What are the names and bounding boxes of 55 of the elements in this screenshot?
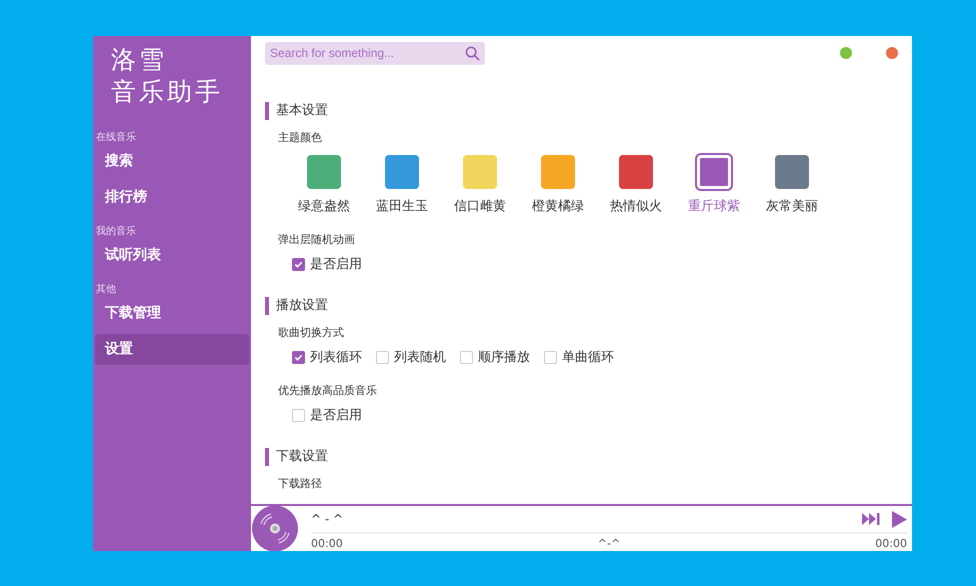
setting-label: 优先播放高品质音乐 [277,383,378,398]
theme-swatch[interactable] [697,155,731,189]
setting-label: 主题颜色 [277,130,323,145]
checkbox-label: 顺序播放 [478,349,530,366]
search-icon[interactable] [465,46,480,60]
section-heading: 下载设置 [265,448,898,466]
player-status: ^-^ [598,537,620,550]
sidebar-item[interactable]: 设置 [95,334,249,365]
play-icon[interactable] [892,510,907,528]
nav-group-label: 我的音乐 [96,224,137,238]
nav-group-label: 在线音乐 [96,130,137,144]
setting-label: 下载路径 [277,476,323,491]
theme-name: 绿意盎然 [298,198,350,215]
app-logo-text: 洛雪 [111,44,168,76]
theme-name: 橙黄橘绿 [532,198,584,215]
setting-label: 歌曲切换方式 [277,325,345,340]
sidebar-item[interactable]: 下载管理 [95,298,249,329]
theme-name: 蓝田生玉 [376,198,428,215]
close-button[interactable] [886,47,898,59]
checkbox[interactable] [292,350,305,364]
song-title: ^ - ^ [311,512,344,526]
nav-group-label: 其他 [96,282,117,296]
checkbox-label: 是否启用 [310,256,362,273]
sidebar-item[interactable]: 试听列表 [95,240,249,271]
theme-name: 信口雌黄 [454,198,506,215]
theme-swatch[interactable] [619,155,653,189]
section-heading: 播放设置 [265,297,898,315]
checkbox[interactable] [460,350,473,364]
theme-swatch[interactable] [463,155,497,189]
sidebar-item[interactable]: 排行榜 [95,182,249,213]
sidebar-item[interactable]: 搜索 [95,146,249,177]
theme-swatch[interactable] [385,155,419,189]
checkbox-label: 单曲循环 [562,349,614,366]
checkbox-label: 列表循环 [310,349,362,366]
search-field[interactable]: Search for something... [270,46,465,60]
checkbox-label: 是否启用 [310,407,362,424]
checkbox[interactable] [292,408,305,422]
setting-label: 弹出层随机动画 [277,232,356,247]
skip-next-icon[interactable] [862,513,880,525]
minimize-button[interactable] [840,47,852,59]
theme-name: 灰常美丽 [766,198,818,215]
checkbox[interactable] [376,350,389,364]
theme-swatch[interactable] [541,155,575,189]
total-time: 00:00 [875,537,907,550]
section-heading: 基本设置 [265,102,898,120]
theme-swatch[interactable] [307,155,341,189]
theme-name: 热情似火 [610,198,662,215]
theme-name: 重斤球紫 [688,198,740,215]
checkbox[interactable] [292,258,305,270]
checkbox[interactable] [544,350,557,364]
theme-swatch[interactable] [775,155,809,189]
search-bar[interactable]: Search for something... [265,42,485,64]
checkbox-label: 列表随机 [394,349,446,366]
app-logo-text: 音乐助手 [111,76,224,108]
current-time: 00:00 [311,537,343,550]
